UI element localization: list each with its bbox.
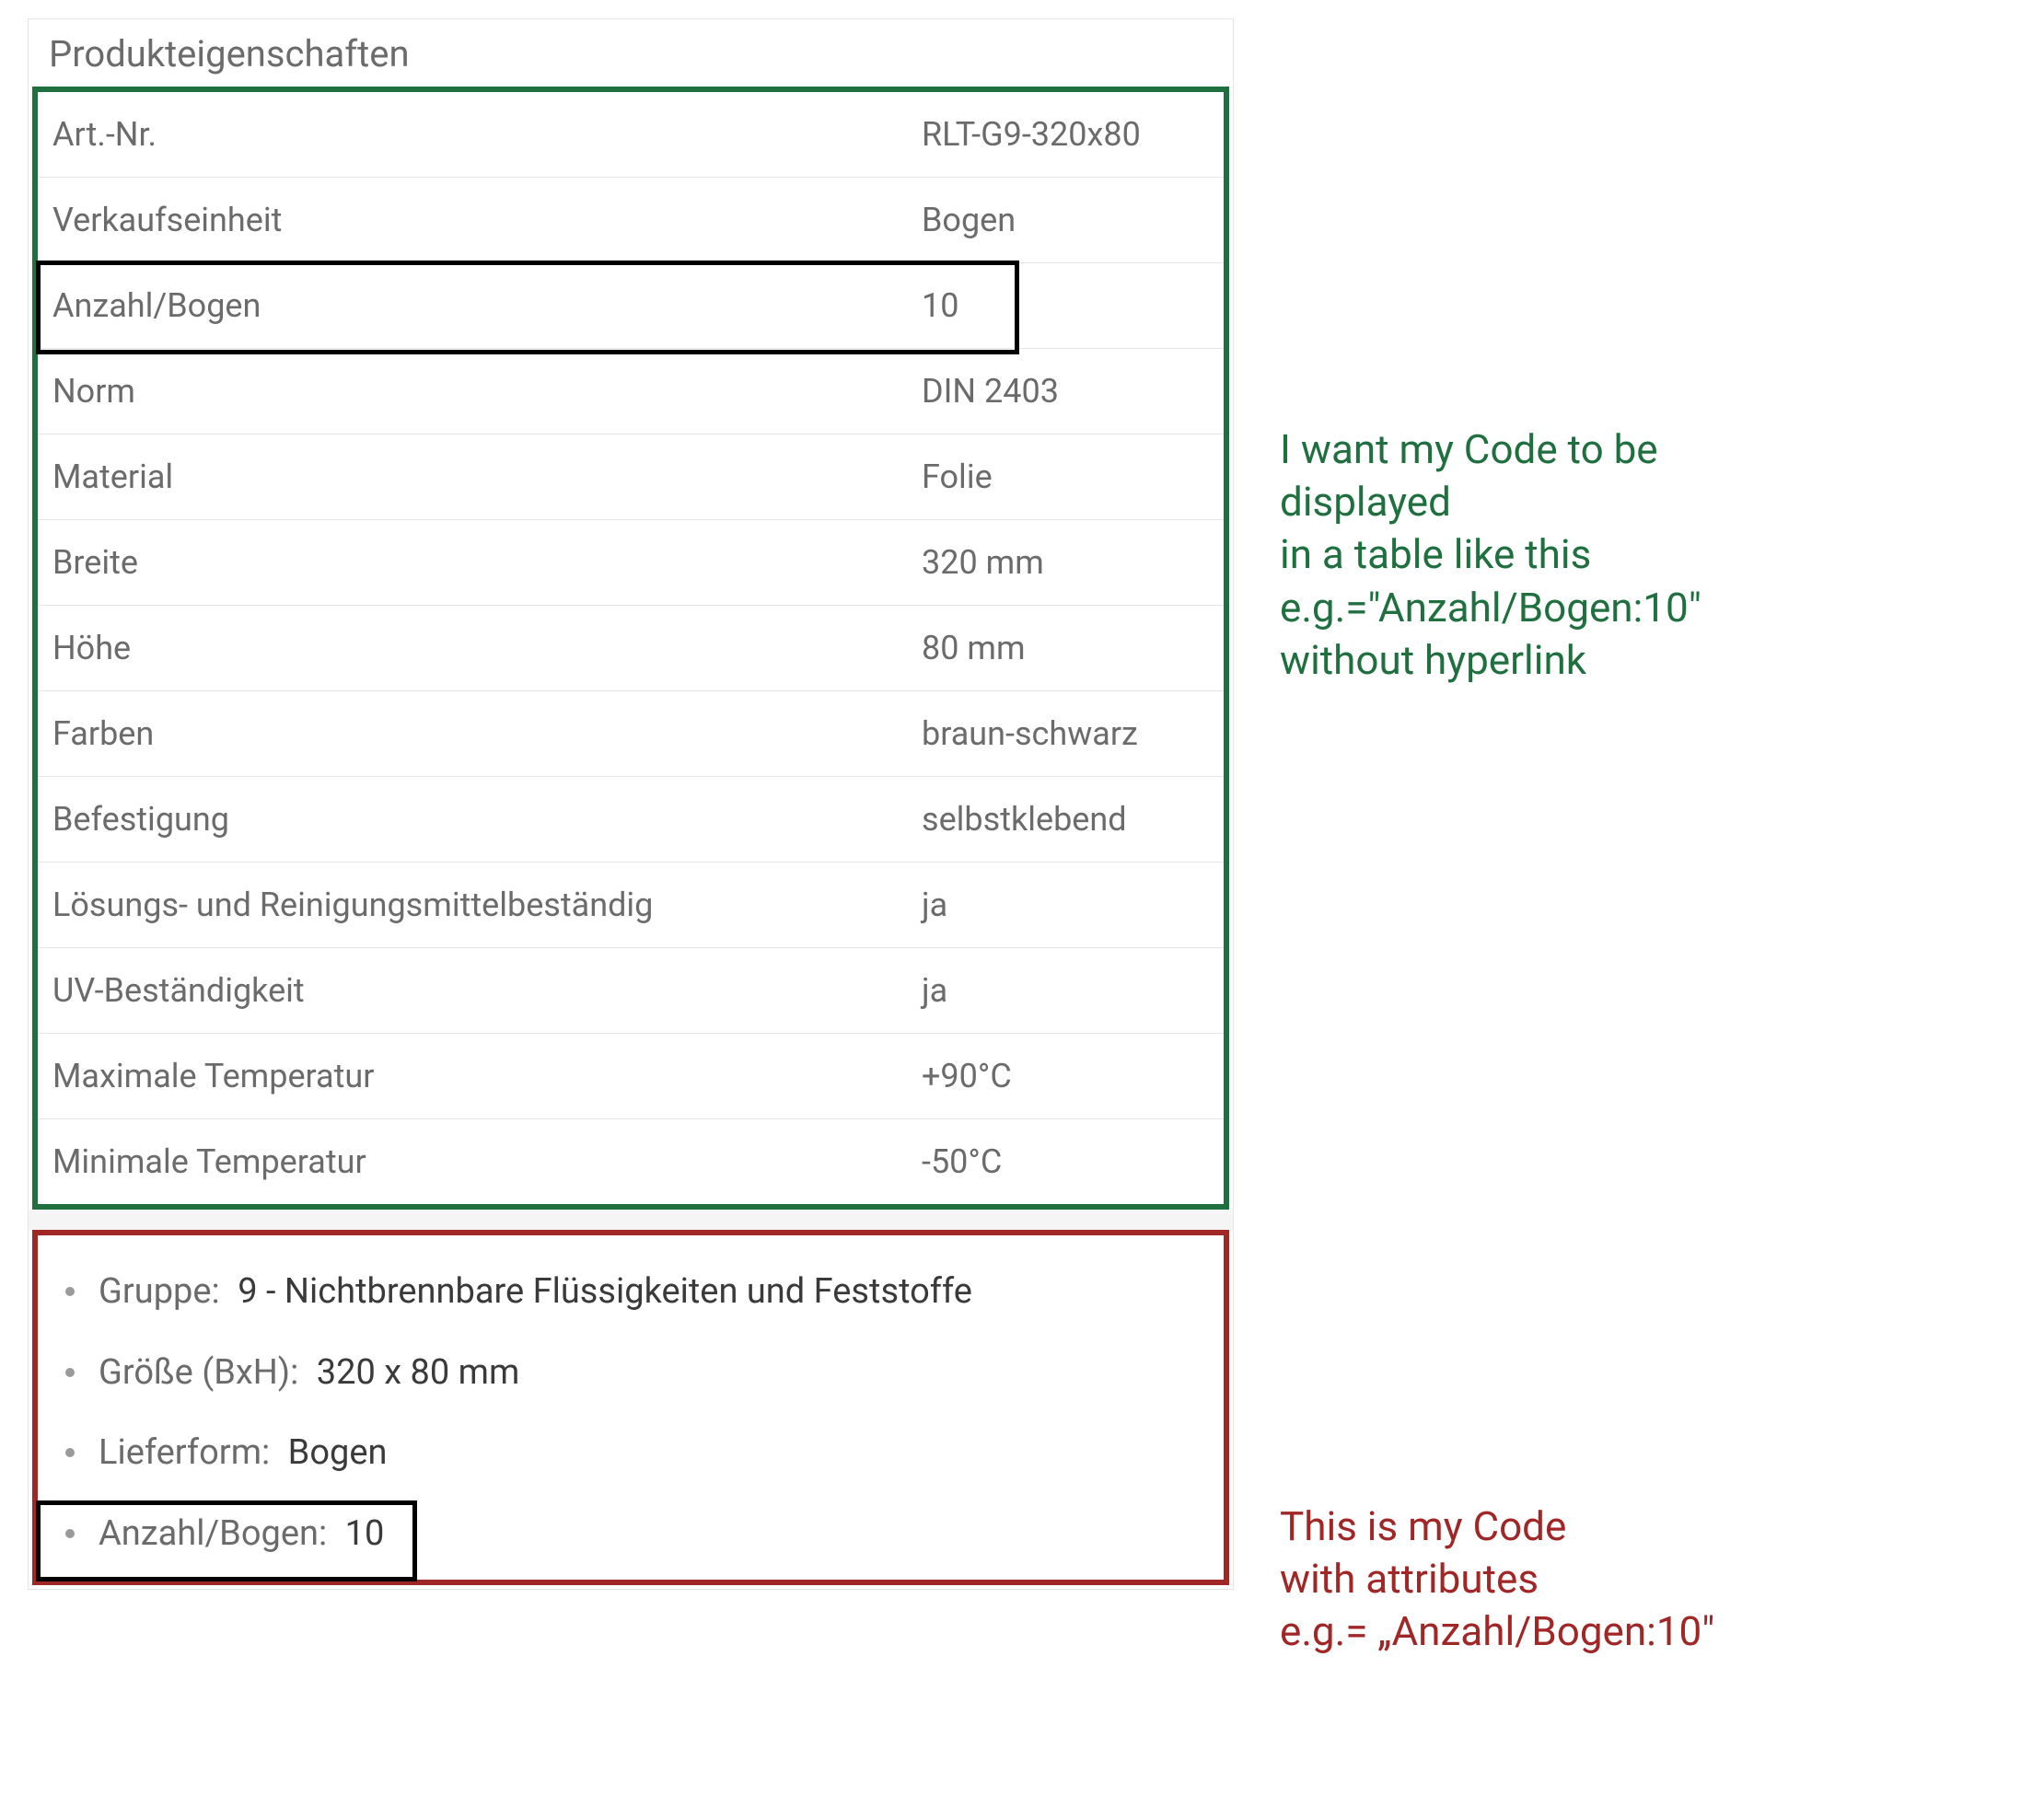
prop-label: Höhe [38,629,922,667]
table-row: Art.-Nr. RLT-G9-320x80 [38,92,1224,177]
bullet-label: Anzahl/Bogen: [99,1513,327,1554]
prop-label: Lösungs- und Reinigungsmittelbeständig [38,886,922,924]
table-row: Maximale Temperatur +90°C [38,1033,1224,1118]
annotation-red: This is my Code with attributes e.g.= „A… [1280,1500,1714,1659]
attribute-list: Gruppe: 9 - Nichtbrennbare Flüssigkeiten… [54,1252,1207,1574]
prop-label: Material [38,458,922,496]
prop-label: Art.-Nr. [38,115,922,154]
prop-value: DIN 2403 [922,372,1224,411]
panel-title: Produkteigenschaften [29,19,1233,87]
table-row: Höhe 80 mm [38,605,1224,690]
bullet-label: Lieferform: [99,1432,270,1473]
bullet-label: Gruppe: [99,1271,220,1312]
table-row: Norm DIN 2403 [38,348,1224,434]
properties-panel: Produkteigenschaften Art.-Nr. RLT-G9-320… [28,18,1234,1590]
prop-value: selbstklebend [922,800,1224,839]
table-row: Farben braun-schwarz [38,690,1224,776]
bullet-label: Größe (BxH): [99,1352,298,1393]
section-divider [29,1210,1233,1230]
table-row: UV-Beständigkeit ja [38,947,1224,1033]
list-item: Lieferform: Bogen [54,1413,1207,1494]
table-row: Befestigung selbstklebend [38,776,1224,862]
table-row: Minimale Temperatur -50°C [38,1118,1224,1204]
table-row: Lösungs- und Reinigungsmittelbeständig j… [38,862,1224,947]
table-row: Material Folie [38,434,1224,519]
prop-label: Breite [38,543,922,582]
list-item: Gruppe: 9 - Nichtbrennbare Flüssigkeiten… [54,1252,1207,1333]
prop-label: Maximale Temperatur [38,1057,922,1095]
bullet-icon [65,1368,75,1377]
prop-value: RLT-G9-320x80 [922,115,1224,154]
table-highlight-frame: Art.-Nr. RLT-G9-320x80 Verkaufseinheit B… [32,87,1229,1210]
prop-value: -50°C [922,1142,1224,1181]
page: Produkteigenschaften Art.-Nr. RLT-G9-320… [0,0,2044,1807]
list-item: Anzahl/Bogen: 10 [54,1494,1207,1575]
code-output-frame: Gruppe: 9 - Nichtbrennbare Flüssigkeiten… [32,1230,1229,1585]
prop-value: ja [922,886,1224,924]
prop-value: Folie [922,458,1224,496]
prop-label: Befestigung [38,800,922,839]
bullet-icon [65,1529,75,1538]
table-row: Anzahl/Bogen 10 [38,262,1224,348]
prop-label: Anzahl/Bogen [38,286,922,325]
prop-value: Bogen [922,201,1224,239]
prop-value: 320 mm [922,543,1224,582]
bullet-value: Bogen [288,1432,388,1473]
prop-label: Norm [38,372,922,411]
prop-label: Verkaufseinheit [38,201,922,239]
table-row: Verkaufseinheit Bogen [38,177,1224,262]
prop-label: Farben [38,714,922,753]
annotation-green: I want my Code to be displayed in a tabl… [1280,423,1701,687]
bullet-icon [65,1287,75,1296]
bullet-value: 320 x 80 mm [317,1352,520,1393]
table-row: Breite 320 mm [38,519,1224,605]
bullet-value: 9 - Nichtbrennbare Flüssigkeiten und Fes… [238,1271,972,1312]
prop-label: Minimale Temperatur [38,1142,922,1181]
prop-value: braun-schwarz [922,714,1224,753]
list-item: Größe (BxH): 320 x 80 mm [54,1333,1207,1414]
prop-value: 80 mm [922,629,1224,667]
prop-value: 10 [922,286,1224,325]
prop-value: ja [922,971,1224,1010]
prop-label: UV-Beständigkeit [38,971,922,1010]
bullet-icon [65,1448,75,1457]
prop-value: +90°C [922,1057,1224,1095]
bullet-value: 10 [345,1513,385,1554]
